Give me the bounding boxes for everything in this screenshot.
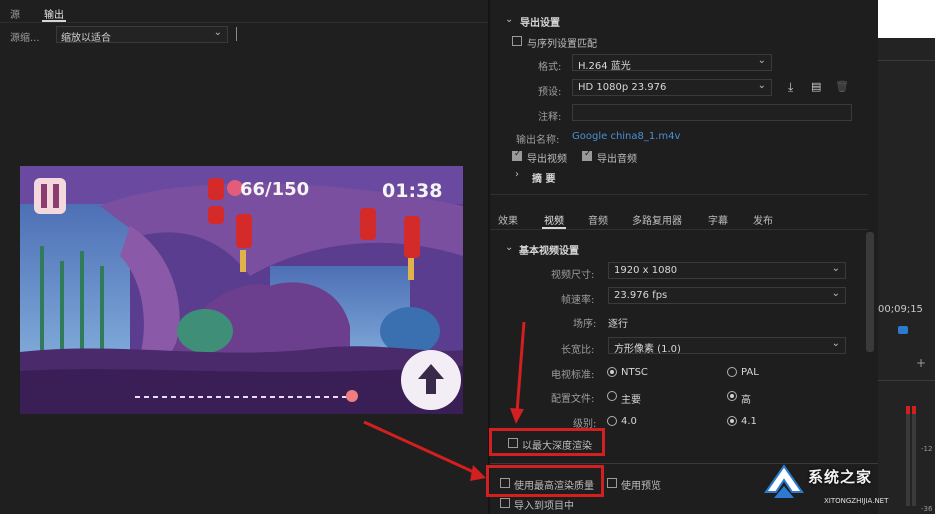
timecode-display: 00;09;15: [878, 304, 923, 315]
playhead-marker[interactable]: [898, 326, 908, 334]
audio-meter-left: [906, 406, 910, 506]
meter-scale-label: -12: [921, 445, 933, 453]
blank-region: [878, 0, 935, 38]
meter-scale-label: -36: [921, 505, 933, 513]
audio-meter-right: [912, 406, 916, 506]
annotation-arrows: [363, 321, 526, 481]
divider: [878, 60, 935, 61]
watermark-text: 系统之家: [808, 468, 873, 486]
divider: [878, 380, 935, 381]
watermark-url: XITONGZHIJIA.NET: [824, 497, 889, 505]
add-icon[interactable]: +: [916, 356, 926, 370]
watermark-logo-icon: [764, 464, 804, 498]
